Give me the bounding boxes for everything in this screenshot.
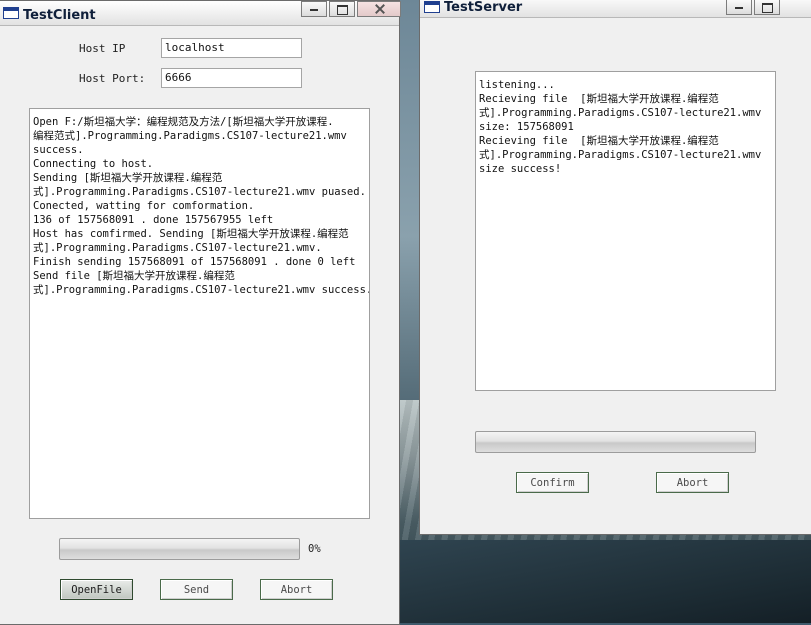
client-log-line: 式].Programming.Paradigms.CS107-lecture21…: [33, 186, 366, 198]
client-log-line: Send file [斯坦福大学开放课程.编程范: [33, 270, 235, 282]
server-log-line: size: 157568091: [479, 121, 574, 133]
server-progress-bar: [475, 431, 756, 453]
client-log-line: 式].Programming.Paradigms.CS107-lecture21…: [33, 242, 322, 254]
host-port-label: Host Port:: [79, 72, 146, 85]
client-log-line: 136 of 157568091 . done 157567955 left: [33, 214, 274, 226]
server-log-line: Recieving file [斯坦福大学开放课程.编程范: [479, 93, 719, 105]
confirm-button[interactable]: Confirm: [516, 472, 589, 493]
client-abort-button[interactable]: Abort: [260, 579, 333, 600]
client-log-line: Sending [斯坦福大学开放课程.编程范: [33, 172, 223, 184]
client-log-line: 式].Programming.Paradigms.CS107-lecture21…: [33, 284, 370, 296]
server-log-output[interactable]: listening... Recieving file [斯坦福大学开放课程.编程…: [475, 71, 776, 391]
server-log-line: 式].Programming.Paradigms.CS107-lecture21…: [479, 149, 762, 161]
client-log-line: Open F:/斯坦福大学：编程规范及方法/[斯坦福大学开放课程.: [33, 116, 334, 128]
close-icon[interactable]: [357, 1, 401, 17]
client-log-line: Finish sending 157568091 of 157568091 . …: [33, 256, 356, 268]
openfile-button[interactable]: OpenFile: [60, 579, 133, 600]
window-app-icon: [3, 7, 19, 19]
server-log-line: 式].Programming.Paradigms.CS107-lecture21…: [479, 107, 762, 119]
host-ip-input[interactable]: localhost: [161, 38, 302, 58]
host-port-input[interactable]: 6666: [161, 68, 302, 88]
server-log-line: Recieving file [斯坦福大学开放课程.编程范: [479, 135, 719, 147]
client-titlebar[interactable]: TestClient: [0, 1, 401, 26]
client-log-output[interactable]: Open F:/斯坦福大学：编程规范及方法/[斯坦福大学开放课程. 编程范式].P…: [29, 108, 370, 519]
client-log-line: success.: [33, 144, 84, 156]
send-button[interactable]: Send: [160, 579, 233, 600]
client-window: TestClient Host IP localhost Host Port: …: [0, 0, 401, 625]
client-log-line: Connecting to host.: [33, 158, 154, 170]
client-window-title: TestClient: [23, 8, 96, 23]
server-titlebar[interactable]: TestServer: [420, 0, 811, 18]
server-log-line: listening...: [479, 79, 555, 91]
minimize-icon[interactable]: [301, 1, 327, 17]
client-log-line: Conected, watting for comformation.: [33, 200, 255, 212]
minimize-icon[interactable]: [726, 0, 752, 15]
window-app-icon: [424, 1, 440, 13]
server-window: TestServer listening... Recieving file [斯…: [419, 0, 811, 535]
client-log-line: 编程范式].Programming.Paradigms.CS107-lectur…: [33, 130, 347, 142]
client-progress-bar: [59, 538, 300, 560]
maximize-icon[interactable]: [329, 1, 355, 17]
maximize-icon[interactable]: [754, 0, 780, 15]
wallpaper-shore: [400, 540, 811, 623]
server-log-line: size success!: [479, 163, 562, 175]
host-ip-label: Host IP: [79, 42, 126, 55]
server-abort-button[interactable]: Abort: [656, 472, 729, 493]
server-window-title: TestServer: [444, 0, 523, 15]
client-log-line: Host has comfirmed. Sending [斯坦福大学开放课程.编…: [33, 228, 349, 240]
client-progress-text: 0%: [308, 543, 321, 555]
